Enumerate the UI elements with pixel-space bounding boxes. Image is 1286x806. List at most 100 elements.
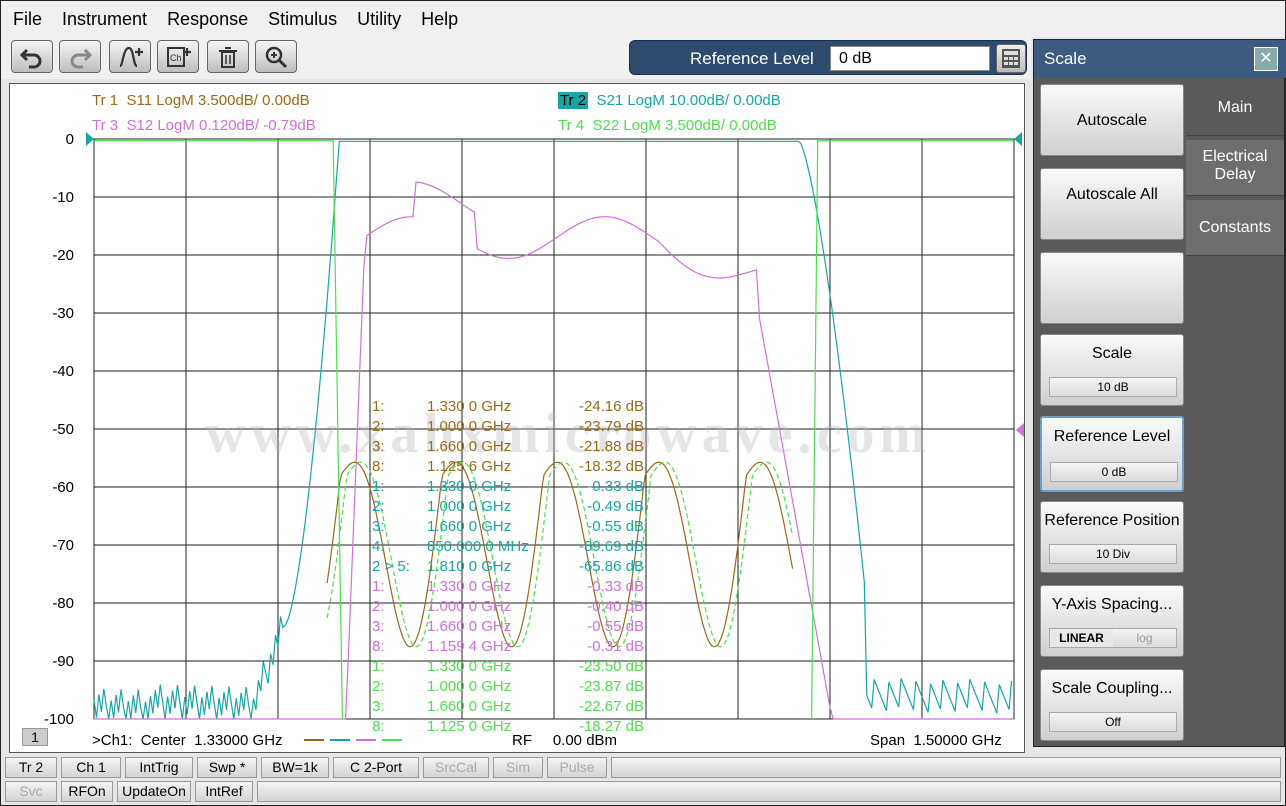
autoscale-button[interactable]: Autoscale (1040, 84, 1184, 156)
autoscale-all-button[interactable]: Autoscale All (1040, 168, 1184, 240)
reference-level-softkey-label: Reference Level (1053, 428, 1171, 445)
y-tick-label: -100 (44, 711, 74, 728)
reference-level-input[interactable]: 0 dB (830, 46, 990, 71)
status-rf-on[interactable]: RFOn (61, 781, 113, 802)
scale-value: 10 dB (1049, 377, 1177, 397)
marker-value: -22.67 dB (578, 698, 644, 715)
channel-center-readout: >Ch1: Center 1.33000 GHz (92, 732, 283, 749)
marker-row: 2: 1.000 0 GHz -23.87 dB (372, 677, 652, 697)
status-trigger[interactable]: IntTrig (125, 757, 193, 778)
trace-1-desc: S11 LogM 3.500dB/ 0.00dB (126, 92, 310, 109)
status-calibration[interactable]: C 2-Port (333, 757, 419, 778)
marker-frequency: 1.125 0 GHz (427, 718, 512, 735)
marker-readout-table: 1: 1.330 0 GHz -24.16 dB 2: 1.000 0 GHz -23.7… (372, 397, 652, 737)
marker-value: -18.32 dB (578, 458, 644, 475)
marker-value: -0.49 dB (587, 498, 644, 515)
redo-button[interactable] (59, 40, 101, 73)
panel-title: Scale (1034, 40, 1286, 78)
trace-3-header[interactable]: Tr 3 S12 LogM 0.120dB/ -0.79dB (92, 117, 316, 134)
trace-2-header[interactable]: Tr 2 S21 LogM 10.00dB/ 0.00dB (558, 92, 781, 109)
marker-frequency: 1.159 4 GHz (427, 638, 512, 655)
linear-option[interactable]: LINEAR (1050, 629, 1113, 647)
status-trace[interactable]: Tr 2 (5, 757, 57, 778)
tab-main[interactable]: Main (1186, 88, 1284, 136)
marker-frequency: 1.000 0 GHz (427, 418, 512, 435)
status-update-on[interactable]: UpdateOn (117, 781, 191, 802)
menu-utility[interactable]: Utility (347, 1, 411, 37)
marker-row: 3: 1.660 0 GHz -22.67 dB (372, 697, 652, 717)
marker-frequency: 1.330 0 GHz (427, 398, 512, 415)
status-pulse: Pulse (547, 757, 607, 778)
marker-value: -23.79 dB (578, 418, 644, 435)
trace-1-label: Tr 1 (92, 92, 119, 109)
status-bandwidth[interactable]: BW=1k (261, 757, 329, 778)
marker-id: 1: (372, 398, 385, 415)
reference-position-value: 10 Div (1049, 544, 1177, 564)
y-tick-label: -20 (52, 247, 74, 264)
marker-frequency: 1.330 0 GHz (427, 578, 512, 595)
menu-response[interactable]: Response (157, 1, 258, 37)
y-axis-spacing-toggle[interactable]: LINEAR log (1049, 628, 1177, 648)
trace-4-header[interactable]: Tr 4 S22 LogM 3.500dB/ 0.00dB (558, 117, 777, 134)
marker-id: 4: (372, 538, 385, 555)
menu-help[interactable]: Help (411, 1, 468, 37)
marker-id: 2 > 5: (372, 558, 410, 575)
menu-instrument[interactable]: Instrument (52, 1, 157, 37)
undo-button[interactable] (11, 40, 53, 73)
marker-value: -0.55 dB (587, 618, 644, 635)
y-axis-spacing-button[interactable]: Y-Axis Spacing... LINEAR log (1040, 585, 1184, 657)
marker-frequency: 1.660 0 GHz (427, 518, 512, 535)
marker-value: -23.50 dB (578, 658, 644, 675)
tab-constants[interactable]: Constants (1186, 200, 1284, 256)
close-icon[interactable]: ✕ (1254, 47, 1278, 71)
trace-3-desc: S12 LogM 0.120dB/ -0.79dB (126, 117, 316, 134)
marker-row: 2: 1.000 0 GHz -0.40 dB (372, 597, 652, 617)
keypad-button[interactable] (996, 44, 1026, 73)
marker-frequency: 850.000 0 MHz (427, 538, 529, 555)
marker-frequency: 1.660 0 GHz (427, 438, 512, 455)
add-channel-button[interactable]: Ch (157, 40, 199, 73)
rf-power-readout: RF 0.00 dBm (512, 732, 618, 749)
status-bar: Tr 2 Ch 1 IntTrig Swp * BW=1k C 2-Port S… (1, 757, 1285, 805)
marker-frequency: 1.000 0 GHz (427, 598, 512, 615)
delete-button[interactable] (207, 40, 249, 73)
reference-level-button[interactable]: Reference Level 0 dB (1040, 416, 1184, 492)
status-int-ref[interactable]: IntRef (195, 781, 253, 802)
marker-frequency: 1.000 0 GHz (427, 498, 512, 515)
reference-position-button[interactable]: Reference Position 10 Div (1040, 501, 1184, 573)
marker-id: 8: (372, 638, 385, 655)
trace-1-header[interactable]: Tr 1 S11 LogM 3.500dB/ 0.00dB (92, 92, 310, 109)
tab-electrical-delay[interactable]: Electrical Delay (1186, 140, 1284, 196)
scale-coupling-label: Scale Coupling... (1051, 680, 1173, 697)
scale-coupling-value: Off (1049, 712, 1177, 732)
blank-softkey (1040, 252, 1184, 324)
status-sweep[interactable]: Swp * (197, 757, 257, 778)
scale-label: Scale (1091, 345, 1133, 362)
marker-id: 1: (372, 578, 385, 595)
marker-id: 3: (372, 698, 385, 715)
add-trace-button[interactable] (109, 40, 151, 73)
span-readout: Span 1.50000 GHz (870, 732, 1002, 749)
marker-row: 2 > 5: 1.810 0 GHz -65.86 dB (372, 557, 652, 577)
trace-color-legend (304, 739, 402, 741)
log-option[interactable]: log (1113, 629, 1176, 647)
scale-coupling-button[interactable]: Scale Coupling... Off (1040, 669, 1184, 741)
status-channel[interactable]: Ch 1 (61, 757, 121, 778)
status-message-area (611, 757, 1281, 778)
scale-button[interactable]: Scale 10 dB (1040, 334, 1184, 406)
menu-stimulus[interactable]: Stimulus (258, 1, 347, 37)
menu-file[interactable]: File (1, 1, 52, 37)
marker-value: -0.55 dB (587, 518, 644, 535)
zoom-button[interactable] (255, 40, 297, 73)
vna-window: File Instrument Response Stimulus Utilit… (0, 0, 1286, 806)
reference-arrow-right-s12 (1016, 423, 1024, 437)
y-tick-label: -40 (52, 363, 74, 380)
marker-value: -65.86 dB (578, 558, 644, 575)
undo-icon (19, 48, 42, 68)
y-tick-label: -50 (52, 421, 74, 438)
y-tick-label: -30 (52, 305, 74, 322)
marker-id: 1: (372, 478, 385, 495)
measurement-display[interactable]: 0 -10 -20 -30 -40 -50 -60 -70 -80 -90 -100 www.xah… (9, 83, 1025, 753)
marker-row: 4: 850.000 0 MHz -89.69 dB (372, 537, 652, 557)
status-svc: Svc (5, 781, 57, 802)
